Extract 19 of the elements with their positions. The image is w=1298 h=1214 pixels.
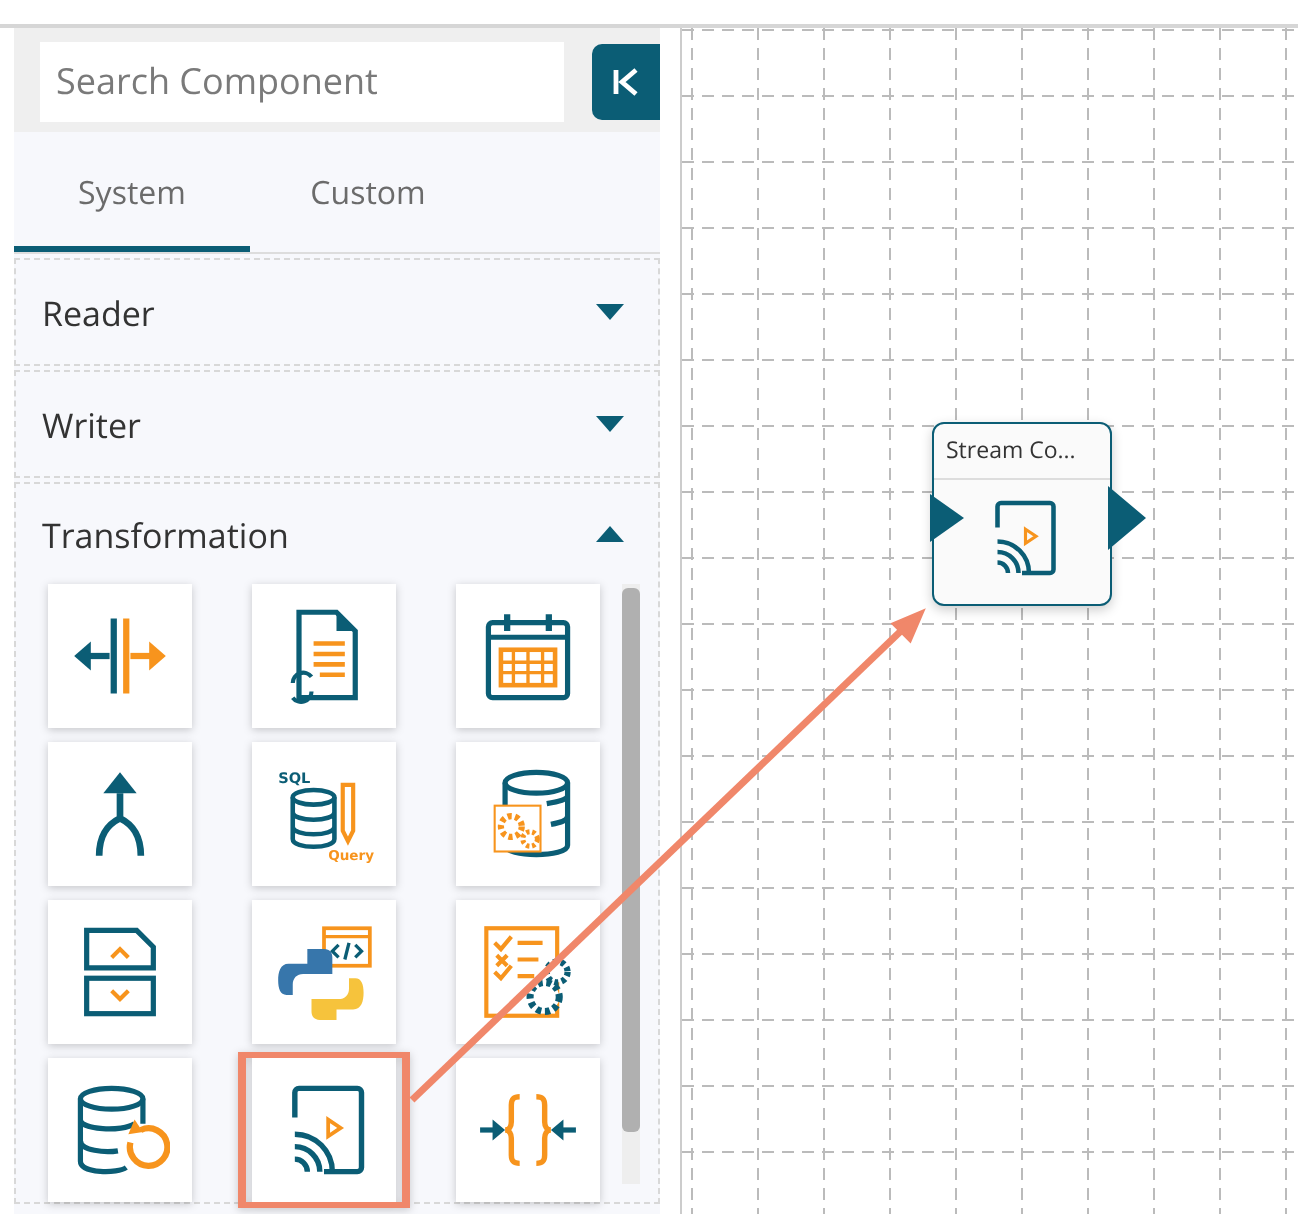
stream-node[interactable]: Stream Co... xyxy=(932,422,1112,606)
scrollbar[interactable] xyxy=(622,584,640,1184)
database-pencil-icon xyxy=(290,782,356,850)
section-title: Writer xyxy=(42,401,141,447)
input-port-icon[interactable] xyxy=(930,494,964,542)
collapse-button[interactable] xyxy=(592,44,660,120)
component-tile[interactable] xyxy=(238,1052,410,1208)
tab[interactable]: Custom xyxy=(250,132,486,252)
search-field[interactable]: Search Component xyxy=(40,42,564,122)
collapse-icon xyxy=(610,66,642,98)
python-code-icon xyxy=(274,922,374,1022)
output-port-icon[interactable] xyxy=(1108,486,1146,550)
node-title: Stream Co... xyxy=(934,424,1110,480)
section-header[interactable]: Transformation xyxy=(16,484,658,584)
section-header[interactable]: Reader xyxy=(16,260,658,364)
section-title: Transformation xyxy=(42,511,289,557)
section-header[interactable]: Writer xyxy=(16,372,658,476)
section-title: Reader xyxy=(42,289,155,335)
tab[interactable]: System xyxy=(14,132,250,252)
